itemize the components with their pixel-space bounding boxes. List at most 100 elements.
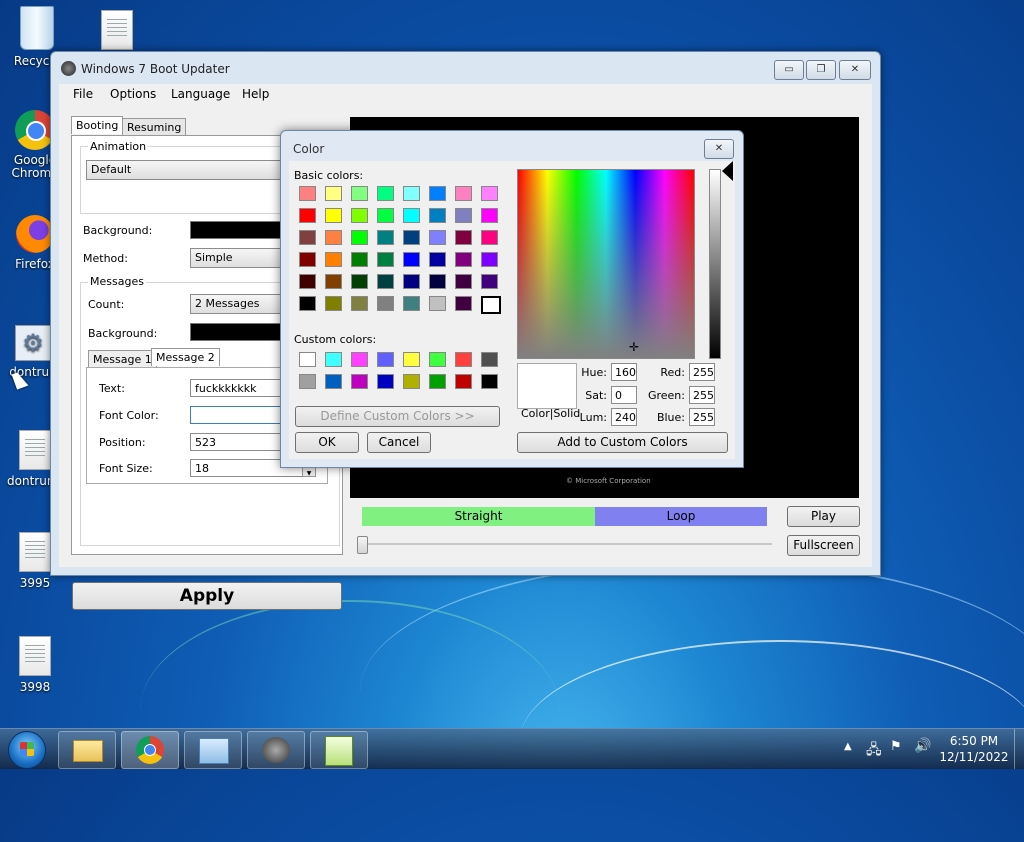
basic-color-swatch[interactable]: [455, 274, 472, 289]
basic-color-swatch[interactable]: [481, 252, 498, 267]
basic-color-swatch[interactable]: [429, 230, 446, 245]
basic-color-swatch[interactable]: [325, 296, 342, 311]
custom-color-swatch[interactable]: [325, 352, 342, 367]
hue-input[interactable]: 160: [611, 363, 637, 381]
basic-color-swatch[interactable]: [429, 296, 446, 311]
basic-color-swatch[interactable]: [403, 208, 420, 223]
basic-color-swatch[interactable]: [299, 208, 316, 223]
basic-color-swatch[interactable]: [403, 274, 420, 289]
custom-color-swatch[interactable]: [429, 352, 446, 367]
basic-color-swatch[interactable]: [299, 252, 316, 267]
red-input[interactable]: 255: [689, 363, 715, 381]
action-center-icon[interactable]: ⚑: [890, 739, 902, 754]
basic-color-swatch[interactable]: [455, 230, 472, 245]
basic-color-swatch[interactable]: [377, 186, 394, 201]
tab-booting[interactable]: Booting: [71, 116, 124, 134]
taskbar-explorer[interactable]: [58, 731, 116, 769]
basic-color-swatch[interactable]: [377, 274, 394, 289]
custom-color-swatch[interactable]: [351, 374, 368, 389]
basic-color-swatch[interactable]: [325, 208, 342, 223]
custom-color-swatch[interactable]: [429, 374, 446, 389]
play-button[interactable]: Play: [787, 506, 860, 527]
blue-input[interactable]: 255: [689, 408, 715, 426]
basic-color-swatch[interactable]: [325, 274, 342, 289]
menu-file[interactable]: File: [67, 85, 99, 103]
basic-color-swatch[interactable]: [429, 252, 446, 267]
start-button[interactable]: [8, 731, 46, 769]
add-to-custom-colors-button[interactable]: Add to Custom Colors: [517, 432, 728, 453]
fullscreen-button[interactable]: Fullscreen: [787, 535, 860, 556]
desktop-icon-document[interactable]: [82, 10, 152, 54]
maximize-button[interactable]: ❐: [806, 60, 836, 80]
basic-color-swatch[interactable]: [455, 252, 472, 267]
basic-color-swatch[interactable]: [429, 186, 446, 201]
custom-color-swatch[interactable]: [377, 352, 394, 367]
basic-color-swatch[interactable]: [455, 208, 472, 223]
basic-color-swatch[interactable]: [481, 186, 498, 201]
menu-language[interactable]: Language: [165, 85, 236, 103]
taskbar-boot-updater[interactable]: [247, 731, 305, 769]
basic-color-swatch[interactable]: [299, 296, 316, 311]
custom-color-swatch[interactable]: [481, 352, 498, 367]
custom-color-swatch[interactable]: [403, 352, 420, 367]
luminance-arrow[interactable]: [722, 161, 733, 181]
menu-help[interactable]: Help: [236, 85, 275, 103]
minimize-button[interactable]: ▭: [774, 60, 804, 80]
luminance-bar[interactable]: [709, 169, 721, 359]
basic-color-swatch[interactable]: [377, 296, 394, 311]
basic-color-swatch[interactable]: [377, 208, 394, 223]
basic-color-swatch[interactable]: [377, 230, 394, 245]
network-icon[interactable]: 🖧: [866, 739, 882, 763]
ok-button[interactable]: OK: [295, 432, 359, 453]
taskbar-notepad-plus-plus[interactable]: [310, 731, 368, 769]
basic-color-swatch[interactable]: [403, 296, 420, 311]
basic-color-swatch[interactable]: [429, 208, 446, 223]
basic-color-swatch[interactable]: [351, 252, 368, 267]
green-input[interactable]: 255: [689, 386, 715, 404]
basic-color-swatch[interactable]: [481, 208, 498, 223]
timeline-slider-thumb[interactable]: [357, 536, 368, 554]
custom-color-swatch[interactable]: [325, 374, 342, 389]
basic-color-swatch[interactable]: [481, 230, 498, 245]
basic-color-swatch[interactable]: [351, 186, 368, 201]
custom-color-swatch[interactable]: [481, 374, 498, 389]
basic-color-swatch[interactable]: [299, 186, 316, 201]
basic-color-swatch[interactable]: [377, 252, 394, 267]
tab-message-2[interactable]: Message 2: [151, 348, 220, 366]
show-hidden-icons-icon[interactable]: ▲: [844, 741, 852, 752]
taskbar-control-panel[interactable]: [184, 731, 242, 769]
basic-color-swatch[interactable]: [325, 186, 342, 201]
basic-color-swatch[interactable]: [325, 252, 342, 267]
show-desktop-button[interactable]: [1014, 729, 1024, 769]
clock[interactable]: 6:50 PM 12/11/2022: [936, 733, 1012, 765]
define-custom-colors-button[interactable]: Define Custom Colors >>: [295, 406, 500, 427]
desktop-icon-3998[interactable]: 3998: [2, 636, 68, 694]
custom-color-swatch[interactable]: [299, 374, 316, 389]
menu-options[interactable]: Options: [104, 85, 162, 103]
title-bar[interactable]: Windows 7 Boot Updater ▭ ❐ ✕: [51, 52, 880, 84]
basic-color-swatch[interactable]: [455, 186, 472, 201]
basic-color-swatch[interactable]: [351, 274, 368, 289]
basic-color-swatch[interactable]: [455, 296, 472, 311]
basic-color-swatch[interactable]: [403, 252, 420, 267]
basic-color-swatch[interactable]: [481, 274, 498, 289]
close-button[interactable]: ✕: [839, 60, 871, 80]
basic-color-swatch[interactable]: [429, 274, 446, 289]
basic-color-swatch[interactable]: [403, 230, 420, 245]
custom-color-swatch[interactable]: [377, 374, 394, 389]
custom-color-swatch[interactable]: [403, 374, 420, 389]
custom-color-swatch[interactable]: [299, 352, 316, 367]
taskbar-chrome[interactable]: [121, 731, 179, 769]
basic-color-swatch[interactable]: [299, 230, 316, 245]
custom-color-swatch[interactable]: [455, 374, 472, 389]
custom-color-swatch[interactable]: [455, 352, 472, 367]
basic-color-swatch[interactable]: [351, 230, 368, 245]
sat-input[interactable]: 0: [611, 386, 637, 404]
color-spectrum[interactable]: [517, 169, 695, 359]
custom-color-swatch[interactable]: [351, 352, 368, 367]
cancel-button[interactable]: Cancel: [367, 432, 431, 453]
basic-color-swatch[interactable]: [325, 230, 342, 245]
tab-resuming[interactable]: Resuming: [122, 118, 187, 136]
lum-input[interactable]: 240: [611, 408, 637, 426]
tab-message-1[interactable]: Message 1: [88, 350, 157, 368]
